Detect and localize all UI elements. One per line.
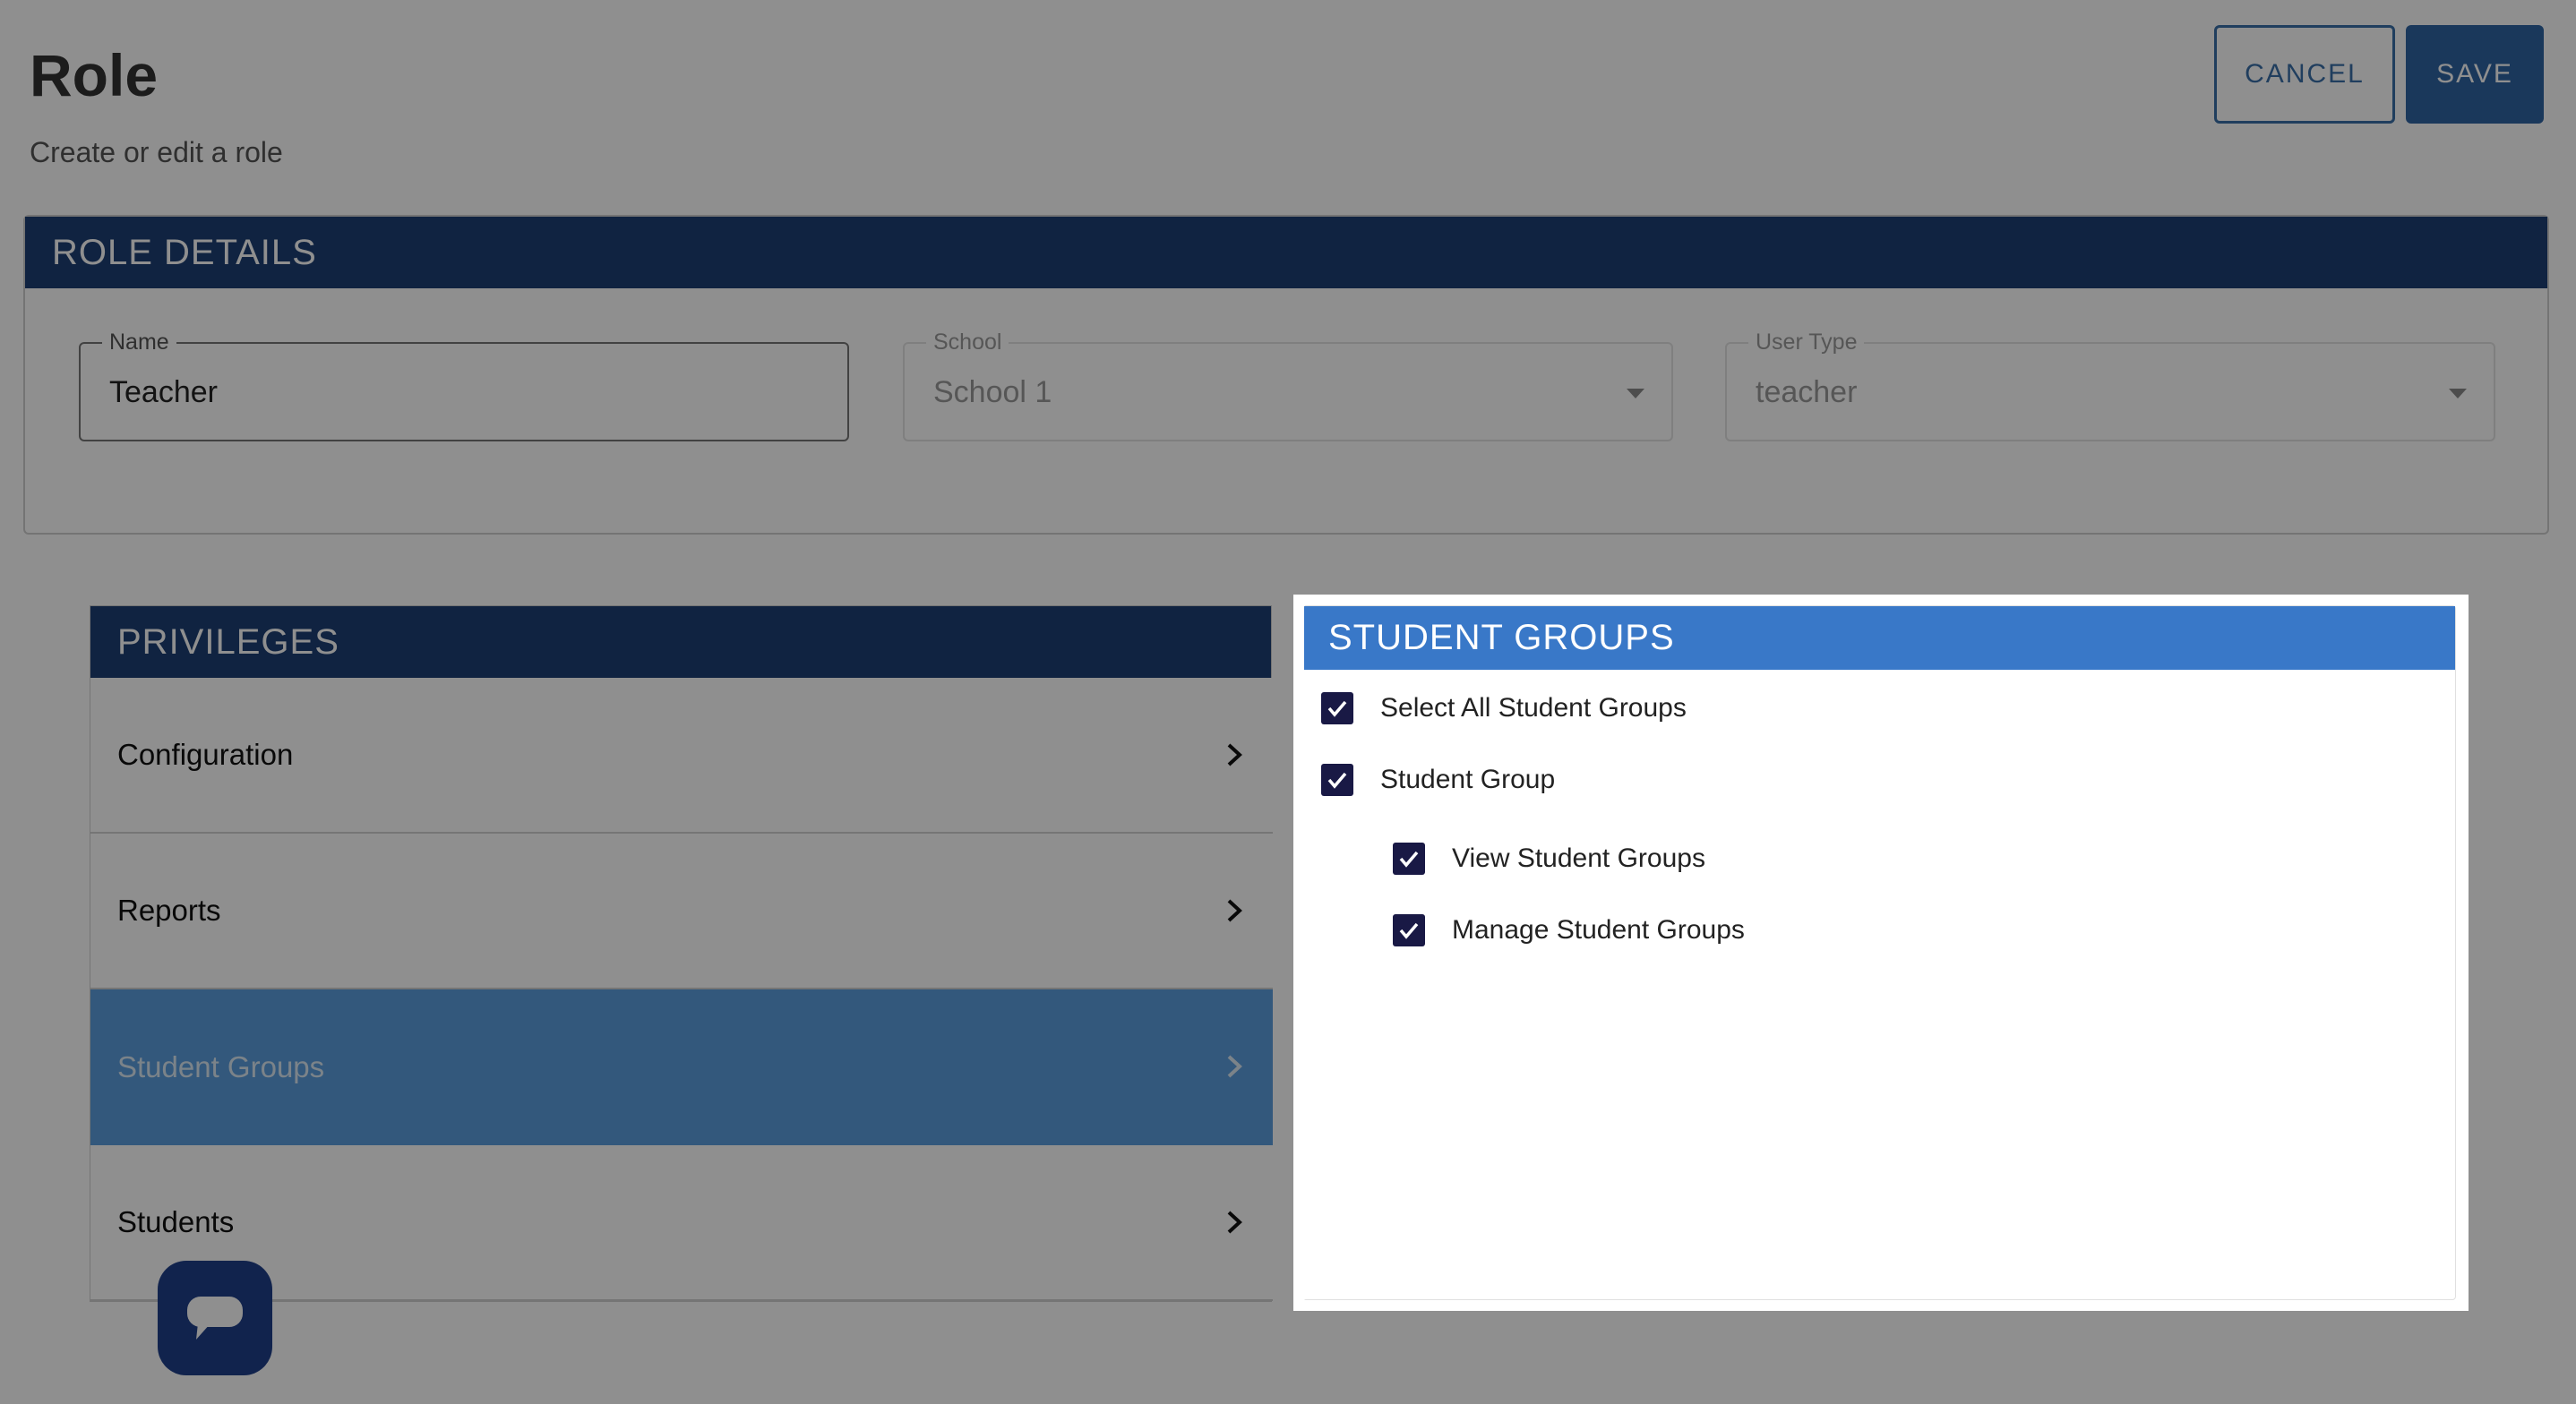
check-icon [1327,772,1347,789]
overlay-dim [0,595,1293,1311]
role-editor-page: Role Create or edit a role CANCEL SAVE R… [0,0,2576,1404]
checkbox-label: Select All Student Groups [1380,693,1687,723]
student-groups-heading: STUDENT GROUPS [1301,606,2455,670]
check-icon [1399,922,1419,939]
check-icon [1327,700,1347,717]
checkbox-label: Manage Student Groups [1452,915,1745,945]
checkbox-checked[interactable] [1393,914,1425,946]
checkbox-view-student-groups[interactable]: View Student Groups [1393,841,1705,877]
overlay-dim [0,0,2576,595]
checkbox-checked[interactable] [1321,692,1353,724]
overlay-dim [0,1311,2576,1404]
checkbox-label: Student Group [1380,765,1556,794]
check-icon [1399,851,1419,868]
checkbox-label: View Student Groups [1452,843,1705,873]
checkbox-manage-student-groups[interactable]: Manage Student Groups [1393,912,1745,948]
checkbox-checked[interactable] [1393,843,1425,875]
checkbox-checked[interactable] [1321,764,1353,796]
checkbox-student-group[interactable]: Student Group [1321,762,1555,798]
student-groups-card: STUDENT GROUPS Select All Student Groups… [1301,605,2456,1300]
checkbox-select-all-student-groups[interactable]: Select All Student Groups [1321,690,1687,726]
overlay-dim [2469,595,2576,1311]
